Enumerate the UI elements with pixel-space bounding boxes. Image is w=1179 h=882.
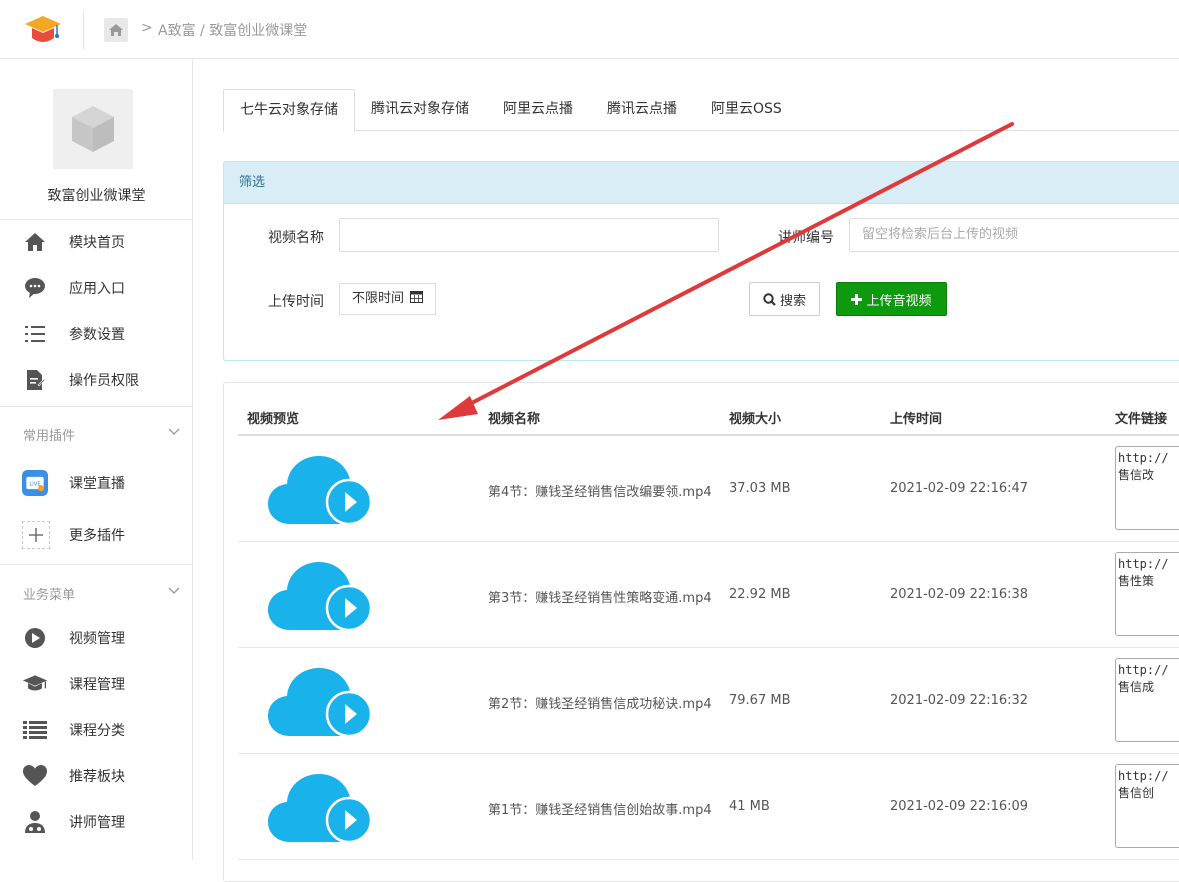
- list-settings-icon: [25, 326, 45, 342]
- sidebar-item-course-management[interactable]: 课程管理: [0, 664, 193, 704]
- app-name: 致富创业微课堂: [47, 188, 146, 204]
- tab-tencent-vod[interactable]: 腾讯云点播: [591, 89, 693, 131]
- column-header-preview: 视频预览: [247, 412, 300, 427]
- graduation-cap-icon: [22, 675, 48, 691]
- video-name-label: 视频名称: [268, 230, 324, 246]
- video-name-input[interactable]: [339, 218, 719, 252]
- heart-icon: [23, 765, 47, 786]
- upload-time: 2021-02-09 22:16:38: [890, 587, 1029, 602]
- video-name: 第1节：赚钱圣经销售信创始故事.mp4: [488, 803, 712, 818]
- sidebar: 致富创业微课堂 模块首页 应用入口 参数设置 操作员权限 常用插件 LIVE 课…: [0, 59, 193, 860]
- table-row: 第2节：赚钱圣经销售信成功秘诀.mp4 79.67 MB 2021-02-09 …: [238, 648, 1179, 754]
- video-size: 41 MB: [729, 799, 770, 814]
- column-header-time: 上传时间: [890, 412, 943, 427]
- sidebar-item-live-class[interactable]: LIVE 课堂直播: [0, 463, 193, 503]
- calendar-icon: [410, 291, 424, 303]
- live-tv-icon: LIVE: [22, 470, 48, 496]
- cloud-play-icon[interactable]: [268, 558, 372, 632]
- plus-icon: [29, 528, 43, 542]
- sidebar-item-teacher-management[interactable]: 讲师管理: [0, 802, 193, 842]
- table-row: 第3节：赚钱圣经销售性策略变通.mp4 22.92 MB 2021-02-09 …: [238, 542, 1179, 648]
- divider: [0, 564, 193, 565]
- storage-tabs: 七牛云对象存储 腾讯云对象存储 阿里云点播 腾讯云点播 阿里云OSS: [223, 89, 1179, 132]
- list-icon: [23, 721, 47, 739]
- chevron-down-icon: [168, 587, 180, 594]
- top-bar: > A致富 / 致富创业微课堂: [0, 0, 1179, 59]
- column-header-link: 文件链接: [1115, 412, 1168, 427]
- tab-aliyun-oss[interactable]: 阿里云OSS: [695, 89, 798, 131]
- home-icon: [25, 233, 45, 251]
- teacher-id-label: 讲师编号: [778, 230, 834, 246]
- graduation-cap-logo-icon[interactable]: [24, 14, 62, 46]
- plus-icon: [851, 293, 863, 305]
- breadcrumb-separator: >: [141, 20, 153, 36]
- group-business-menu[interactable]: 业务菜单: [0, 578, 193, 608]
- home-breadcrumb-button[interactable]: [104, 18, 128, 42]
- upload-time: 2021-02-09 22:16:09: [890, 799, 1029, 814]
- header-divider: [83, 10, 84, 50]
- video-size: 79.67 MB: [729, 693, 791, 708]
- tab-aliyun-vod[interactable]: 阿里云点播: [487, 89, 589, 131]
- sidebar-item-parameter-settings[interactable]: 参数设置: [0, 314, 193, 354]
- video-name: 第2节：赚钱圣经销售信成功秘诀.mp4: [488, 697, 712, 712]
- cloud-play-icon[interactable]: [268, 770, 372, 844]
- home-icon: [109, 24, 123, 36]
- sidebar-item-video-management[interactable]: 视频管理: [0, 618, 193, 658]
- video-name: 第3节：赚钱圣经销售性策略变通.mp4: [488, 591, 712, 606]
- sidebar-item-operator-permissions[interactable]: 操作员权限: [0, 360, 193, 400]
- sidebar-item-module-home[interactable]: 模块首页: [0, 222, 193, 262]
- chat-bubble-icon: [25, 278, 45, 298]
- sidebar-item-app-entry[interactable]: 应用入口: [0, 268, 193, 308]
- cloud-play-icon[interactable]: [268, 452, 372, 526]
- sidebar-item-more-plugins[interactable]: 更多插件: [0, 515, 193, 555]
- video-size: 22.92 MB: [729, 587, 791, 602]
- search-icon: [763, 292, 776, 306]
- tab-qiniu-storage[interactable]: 七牛云对象存储: [223, 89, 355, 132]
- file-link-textarea[interactable]: http:// 售信改: [1115, 446, 1179, 530]
- cube-icon: [72, 106, 114, 152]
- upload-time: 2021-02-09 22:16:32: [890, 693, 1029, 708]
- sidebar-item-recommend-section[interactable]: 推荐板块: [0, 756, 193, 796]
- play-circle-icon: [25, 628, 45, 648]
- column-header-size: 视频大小: [729, 412, 782, 427]
- user-doctor-icon: [25, 811, 45, 833]
- document-edit-icon: [27, 370, 45, 390]
- search-button[interactable]: 搜索: [749, 282, 820, 316]
- column-header-name: 视频名称: [488, 412, 541, 427]
- upload-time-picker[interactable]: 不限时间: [339, 283, 437, 315]
- divider: [0, 406, 193, 407]
- chevron-down-icon: [168, 428, 180, 435]
- upload-time: 2021-02-09 22:16:47: [890, 481, 1029, 496]
- table-row: 第1节：赚钱圣经销售信创始故事.mp4 41 MB 2021-02-09 22:…: [238, 754, 1179, 860]
- sidebar-item-course-category[interactable]: 课程分类: [0, 710, 193, 750]
- group-common-plugins[interactable]: 常用插件: [0, 419, 193, 449]
- upload-media-button[interactable]: 上传音视频: [836, 282, 947, 316]
- teacher-id-input[interactable]: 留空将检索后台上传的视频: [849, 218, 1179, 252]
- upload-time-label: 上传时间: [268, 294, 324, 310]
- file-link-textarea[interactable]: http:// 售性策: [1115, 552, 1179, 636]
- table-row: 第4节：赚钱圣经销售信改编要领.mp4 37.03 MB 2021-02-09 …: [238, 436, 1179, 542]
- breadcrumb[interactable]: A致富 / 致富创业微课堂: [158, 20, 307, 40]
- cloud-play-icon[interactable]: [268, 664, 372, 738]
- divider: [0, 219, 193, 220]
- video-name: 第4节：赚钱圣经销售信改编要领.mp4: [488, 485, 712, 500]
- tab-tencent-cos[interactable]: 腾讯云对象存储: [355, 89, 485, 131]
- file-link-textarea[interactable]: http:// 售信创: [1115, 764, 1179, 848]
- filter-title: 筛选: [224, 162, 1179, 204]
- app-avatar: [53, 89, 133, 169]
- filter-panel: 筛选: [223, 161, 1179, 361]
- video-size: 37.03 MB: [729, 481, 791, 496]
- file-link-textarea[interactable]: http:// 售信成: [1115, 658, 1179, 742]
